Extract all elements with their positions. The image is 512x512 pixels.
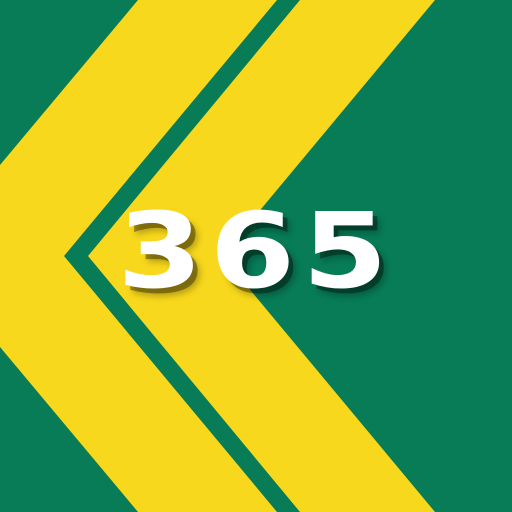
app-icon[interactable]: 365	[0, 0, 512, 512]
logo-number-text: 365	[117, 190, 395, 312]
